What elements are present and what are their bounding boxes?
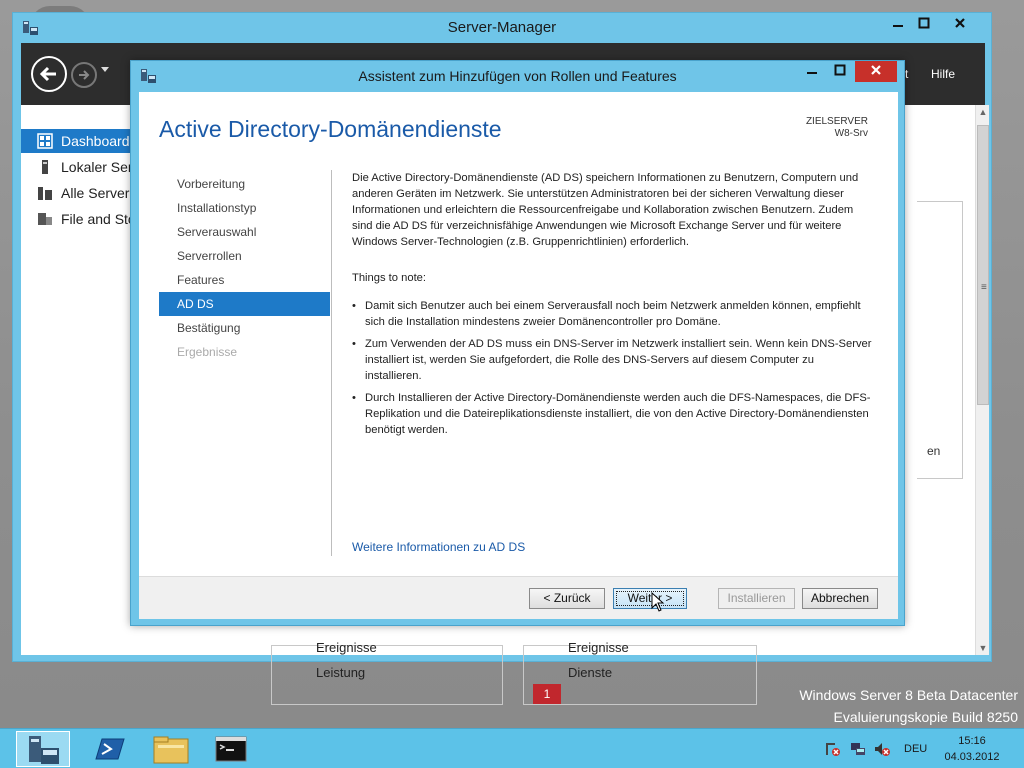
chevron-down-icon <box>101 67 109 72</box>
taskbar: DEU 15:16 04.03.2012 <box>0 728 1024 768</box>
wizard-step-list: Vorbereitung Installationstyp Serverausw… <box>159 172 330 364</box>
close-icon <box>955 18 965 28</box>
tile-events-label[interactable]: Ereignisse <box>316 640 377 655</box>
target-server-value: W8-Srv <box>834 128 868 139</box>
menu-item-partial[interactable]: t <box>905 67 908 81</box>
wizard-titlebar[interactable]: Assistent zum Hinzufügen von Rollen und … <box>131 61 904 91</box>
arrow-left-icon <box>39 66 56 82</box>
step-bestaetigung[interactable]: Bestätigung <box>159 316 330 340</box>
wizard-body: Active Directory-Domänendienste ZIELSERV… <box>139 92 898 576</box>
dashboard-icon <box>37 133 53 149</box>
step-serverauswahl[interactable]: Serverauswahl <box>159 220 330 244</box>
cancel-button[interactable]: Abbrechen <box>802 588 878 609</box>
back-button[interactable] <box>31 56 67 92</box>
sidebar-item-dashboard[interactable]: Dashboard <box>21 129 139 153</box>
server-manager-titlebar[interactable]: Server-Manager <box>13 13 991 43</box>
minimize-icon <box>893 25 903 27</box>
storage-icon <box>38 213 52 225</box>
mouse-pointer-icon <box>651 592 665 612</box>
watermark-build: Evaluierungskopie Build 8250 <box>833 709 1018 725</box>
taskbar-powershell[interactable] <box>82 731 136 767</box>
server-icon <box>42 160 48 174</box>
more-info-link[interactable]: Weitere Informationen zu AD DS <box>352 540 525 554</box>
sidebar-item-label: File and Storage Services <box>61 211 139 227</box>
sidebar-item-local-server[interactable]: Lokaler Server <box>21 155 139 179</box>
maximize-icon <box>834 64 846 76</box>
powershell-icon <box>95 738 125 760</box>
wizard-minimize-button[interactable] <box>799 62 825 82</box>
taskbar-explorer[interactable] <box>144 731 198 767</box>
step-ergebnisse: Ergebnisse <box>177 345 238 359</box>
server-manager-title: Server-Manager <box>447 19 557 36</box>
step-serverrollen[interactable]: Serverrollen <box>159 244 330 268</box>
taskbar-cmd[interactable] <box>204 731 258 767</box>
arrow-right-icon <box>79 70 90 80</box>
next-button[interactable]: Weiter > <box>613 588 687 609</box>
description-content: Die Active Directory-Domänendienste (AD … <box>352 170 872 444</box>
clock-time[interactable]: 15:16 <box>944 735 1000 747</box>
wizard-footer: < Zurück Weiter > Installieren Abbrechen <box>139 576 898 619</box>
vertical-scrollbar[interactable]: ▲ ≡ ▼ <box>975 105 989 655</box>
wizard-title: Assistent zum Hinzufügen von Rollen und … <box>358 68 677 84</box>
scroll-up-arrow[interactable]: ▲ <box>976 107 990 117</box>
input-language[interactable]: DEU <box>904 743 927 755</box>
notes-title: Things to note: <box>352 272 427 284</box>
maximize-button[interactable] <box>911 14 937 34</box>
explorer-icon <box>153 736 189 764</box>
sidebar-item-all-servers[interactable]: Alle Server <box>21 181 139 205</box>
close-button[interactable] <box>939 14 981 34</box>
wizard-close-button[interactable] <box>855 61 897 82</box>
sidebar-item-label: Alle Server <box>61 185 130 201</box>
intro-paragraph: Die Active Directory-Domänendienste (AD … <box>352 172 859 248</box>
taskbar-server-manager[interactable] <box>16 731 70 767</box>
divider <box>331 170 332 556</box>
close-icon <box>871 65 881 75</box>
target-server-label: ZIELSERVER <box>805 116 868 127</box>
server-manager-sidebar: Dashboard Lokaler Server Alle Server Fil… <box>21 105 139 655</box>
tile-services-label[interactable]: Dienste <box>568 665 612 680</box>
panel-text-fragment: en <box>927 444 941 458</box>
forward-button[interactable] <box>71 62 97 88</box>
watermark-edition: Windows Server 8 Beta Datacenter <box>799 687 1018 703</box>
add-roles-wizard-dialog: Assistent zum Hinzufügen von Rollen und … <box>130 60 905 626</box>
install-button: Installieren <box>718 588 795 609</box>
sidebar-item-label: Dashboard <box>61 133 130 149</box>
step-vorbereitung[interactable]: Vorbereitung <box>159 172 330 196</box>
tile-events-label[interactable]: Ereignisse <box>568 640 629 655</box>
minimize-icon <box>807 72 817 74</box>
notes-list: Damit sich Benutzer auch bei einem Serve… <box>352 298 872 438</box>
cmd-icon <box>215 736 247 762</box>
clock-date[interactable]: 04.03.2012 <box>944 751 1000 763</box>
scrollbar-thumb[interactable]: ≡ <box>977 125 989 405</box>
status-badge: 1 <box>533 684 561 704</box>
scroll-down-arrow[interactable]: ▼ <box>976 643 990 653</box>
list-item: Damit sich Benutzer auch bei einem Serve… <box>352 298 872 330</box>
minimize-button[interactable] <box>885 14 911 34</box>
step-installationstyp[interactable]: Installationstyp <box>159 196 330 220</box>
page-title: Active Directory-Domänendienste <box>159 116 502 142</box>
step-features[interactable]: Features <box>159 268 330 292</box>
grip-icon: ≡ <box>981 282 987 293</box>
back-button[interactable]: < Zurück <box>529 588 605 609</box>
menu-item-help[interactable]: Hilfe <box>931 67 955 81</box>
sidebar-item-file-storage[interactable]: File and Storage Services <box>21 207 139 231</box>
sidebar-item-label: Lokaler Server <box>61 159 139 175</box>
volume-muted-icon[interactable] <box>874 741 890 757</box>
server-manager-icon <box>29 736 59 764</box>
servers-icon <box>38 187 52 200</box>
server-tile-left[interactable]: Ereignisse Leistung <box>271 640 503 705</box>
wizard-maximize-button[interactable] <box>827 62 853 82</box>
network-icon[interactable] <box>850 741 866 757</box>
maximize-icon <box>918 17 930 29</box>
action-center-icon[interactable] <box>825 741 841 757</box>
welcome-panel <box>917 201 963 479</box>
tile-performance-label[interactable]: Leistung <box>316 665 365 680</box>
list-item: Durch Installieren der Active Directory-… <box>352 390 872 438</box>
step-ad-ds[interactable]: AD DS <box>159 292 330 316</box>
history-dropdown[interactable] <box>100 65 110 77</box>
list-item: Zum Verwenden der AD DS muss ein DNS-Ser… <box>352 336 872 384</box>
